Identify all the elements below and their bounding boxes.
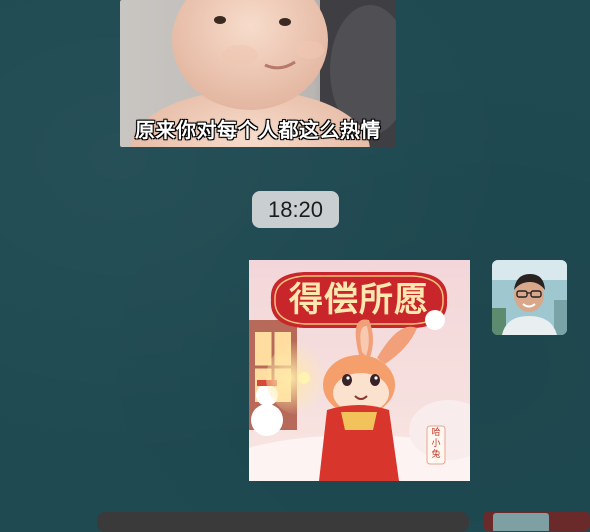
message-timestamp: 18:20	[252, 191, 339, 228]
next-avatar[interactable]	[483, 511, 590, 531]
avatar[interactable]	[492, 260, 567, 335]
next-message-bubble[interactable]	[97, 512, 469, 532]
sent-sticker-image[interactable]: 得偿所愿 哈小兔	[249, 260, 470, 481]
sticker-sign-text: 哈小兔	[431, 428, 441, 460]
next-avatar-photo	[493, 513, 549, 531]
sticker-title-text: 得偿所愿	[289, 280, 429, 320]
sticker-caption: 原来你对每个人都这么热情	[135, 118, 381, 142]
user-avatar-photo	[492, 260, 567, 335]
received-sticker-image[interactable]: 原来你对每个人都这么热情	[120, 0, 396, 147]
